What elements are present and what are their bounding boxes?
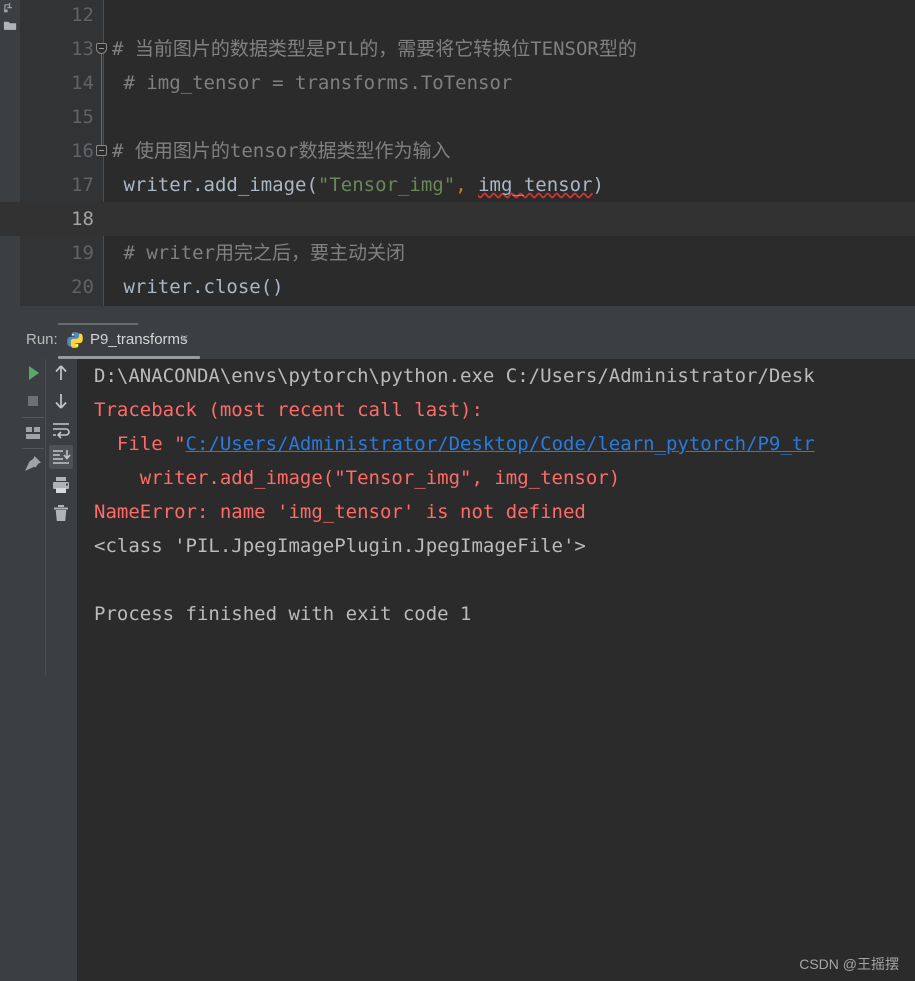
line-number: 15	[71, 106, 94, 128]
line-number: 17	[71, 174, 94, 196]
code-token: img_tensor	[478, 174, 593, 196]
code-token: # writer用完之后，要主动关闭	[112, 242, 405, 264]
console-line: File "C:/Users/Administrator/Desktop/Cod…	[94, 427, 815, 461]
pin-icon[interactable]	[21, 452, 45, 476]
console-text: File "	[94, 433, 186, 455]
console-text: NameError: name 'img_tensor' is not defi…	[94, 501, 586, 523]
line-number: 19	[71, 242, 94, 264]
code-line-16[interactable]: 16 # 使用图片的tensor数据类型作为输入	[0, 134, 915, 168]
code-token: )	[592, 174, 604, 196]
code-line-17[interactable]: 17 writer.add_image("Tensor_img", img_te…	[0, 168, 915, 202]
code-line-18[interactable]: 18	[0, 202, 915, 236]
trash-icon[interactable]	[49, 501, 73, 525]
soft-wrap-icon[interactable]	[49, 417, 73, 441]
python-icon	[67, 332, 83, 348]
code-line-19[interactable]: 19 # writer用完之后，要主动关闭	[0, 236, 915, 270]
code-token: "Tensor_img"	[317, 174, 456, 196]
console-line: NameError: name 'img_tensor' is not defi…	[94, 495, 586, 529]
run-tab-bar: Run: P9_transforms ×	[0, 323, 915, 359]
console-output[interactable]: D:\ANACONDA\envs\pytorch\python.exe C:/U…	[77, 359, 915, 981]
code-text: writer.close()	[112, 270, 284, 304]
console-text: Process finished with exit code 1	[94, 603, 472, 625]
run-panel-left-margin	[0, 612, 20, 981]
console-text: writer.add_image("Tensor_img", img_tenso…	[94, 467, 621, 489]
code-line-20[interactable]: 20 writer.close()	[0, 270, 915, 304]
line-number: 16	[71, 140, 94, 162]
code-token: writer.close()	[112, 276, 284, 298]
code-text: # img_tensor = transforms.ToTensor	[112, 66, 512, 100]
stop-icon[interactable]	[21, 389, 45, 413]
line-number: 14	[71, 72, 94, 94]
tab-top-highlight	[58, 323, 138, 325]
toolbar-separator	[22, 448, 44, 449]
toolbar-separator	[22, 417, 44, 418]
code-line-14[interactable]: 14 # img_tensor = transforms.ToTensor	[0, 66, 915, 100]
fold-guide-line	[101, 54, 102, 145]
console-text: D:\ANACONDA\envs\pytorch\python.exe C:/U…	[94, 365, 815, 387]
console-line: Process finished with exit code 1	[94, 597, 472, 631]
run-toolbar-primary	[20, 359, 46, 675]
code-token: writer.add_image(	[112, 174, 318, 196]
run-toolbar-secondary	[46, 359, 77, 675]
code-text: # 使用图片的tensor数据类型作为输入	[112, 134, 451, 168]
code-editor[interactable]: 12 13 # 当前图片的数据类型是PIL的，需要将它转换位TENSOR型的 14 #…	[0, 0, 915, 306]
code-line-15[interactable]: 15	[0, 100, 915, 134]
scroll-to-end-icon[interactable]	[49, 445, 73, 469]
line-number: 20	[71, 276, 94, 298]
toolbar-divider	[45, 359, 46, 675]
rerun-icon[interactable]	[21, 361, 45, 385]
console-text: <class 'PIL.JpegImagePlugin.JpegImageFil…	[94, 535, 586, 557]
file-link[interactable]: C:/Users/Administrator/Desktop/Code/lear…	[186, 433, 815, 455]
console-line: writer.add_image("Tensor_img", img_tenso…	[94, 461, 620, 495]
code-text: # 当前图片的数据类型是PIL的，需要将它转换位TENSOR型的	[112, 32, 637, 66]
code-text: writer.add_image("Tensor_img", img_tenso…	[112, 168, 604, 202]
pycharm-window: 12 13 # 当前图片的数据类型是PIL的，需要将它转换位TENSOR型的 14 #…	[0, 0, 915, 981]
print-icon[interactable]	[49, 473, 73, 497]
watermark: CSDN @王摇摆	[799, 956, 899, 972]
code-token: # img_tensor = transforms.ToTensor	[112, 72, 513, 94]
code-token: # 使用图片的tensor数据类型作为输入	[112, 140, 451, 162]
line-number: 18	[71, 208, 94, 230]
line-number: 13	[71, 38, 94, 60]
run-label: Run:	[26, 331, 58, 348]
arrow-up-icon[interactable]	[49, 361, 73, 385]
close-icon[interactable]: ×	[180, 330, 189, 347]
line-number: 12	[71, 4, 94, 26]
code-line-13[interactable]: 13 # 当前图片的数据类型是PIL的，需要将它转换位TENSOR型的	[0, 32, 915, 66]
run-tool-window: Run: P9_transforms × D:\ANACONDA\envs\py…	[0, 306, 915, 981]
arrow-down-icon[interactable]	[49, 389, 73, 413]
code-line-12[interactable]: 12	[0, 0, 915, 32]
code-token: # 当前图片的数据类型是PIL的，需要将它转换位TENSOR型的	[112, 38, 637, 60]
console-line: <class 'PIL.JpegImagePlugin.JpegImageFil…	[94, 529, 586, 563]
code-text: # writer用完之后，要主动关闭	[112, 236, 405, 270]
console-text: Traceback (most recent call last):	[94, 399, 483, 421]
console-line: Traceback (most recent call last):	[94, 393, 483, 427]
run-tab-label: P9_transforms	[90, 331, 188, 348]
code-token: ,	[455, 174, 467, 196]
layout-icon[interactable]	[21, 421, 45, 445]
console-line: D:\ANACONDA\envs\pytorch\python.exe C:/U…	[94, 359, 815, 393]
